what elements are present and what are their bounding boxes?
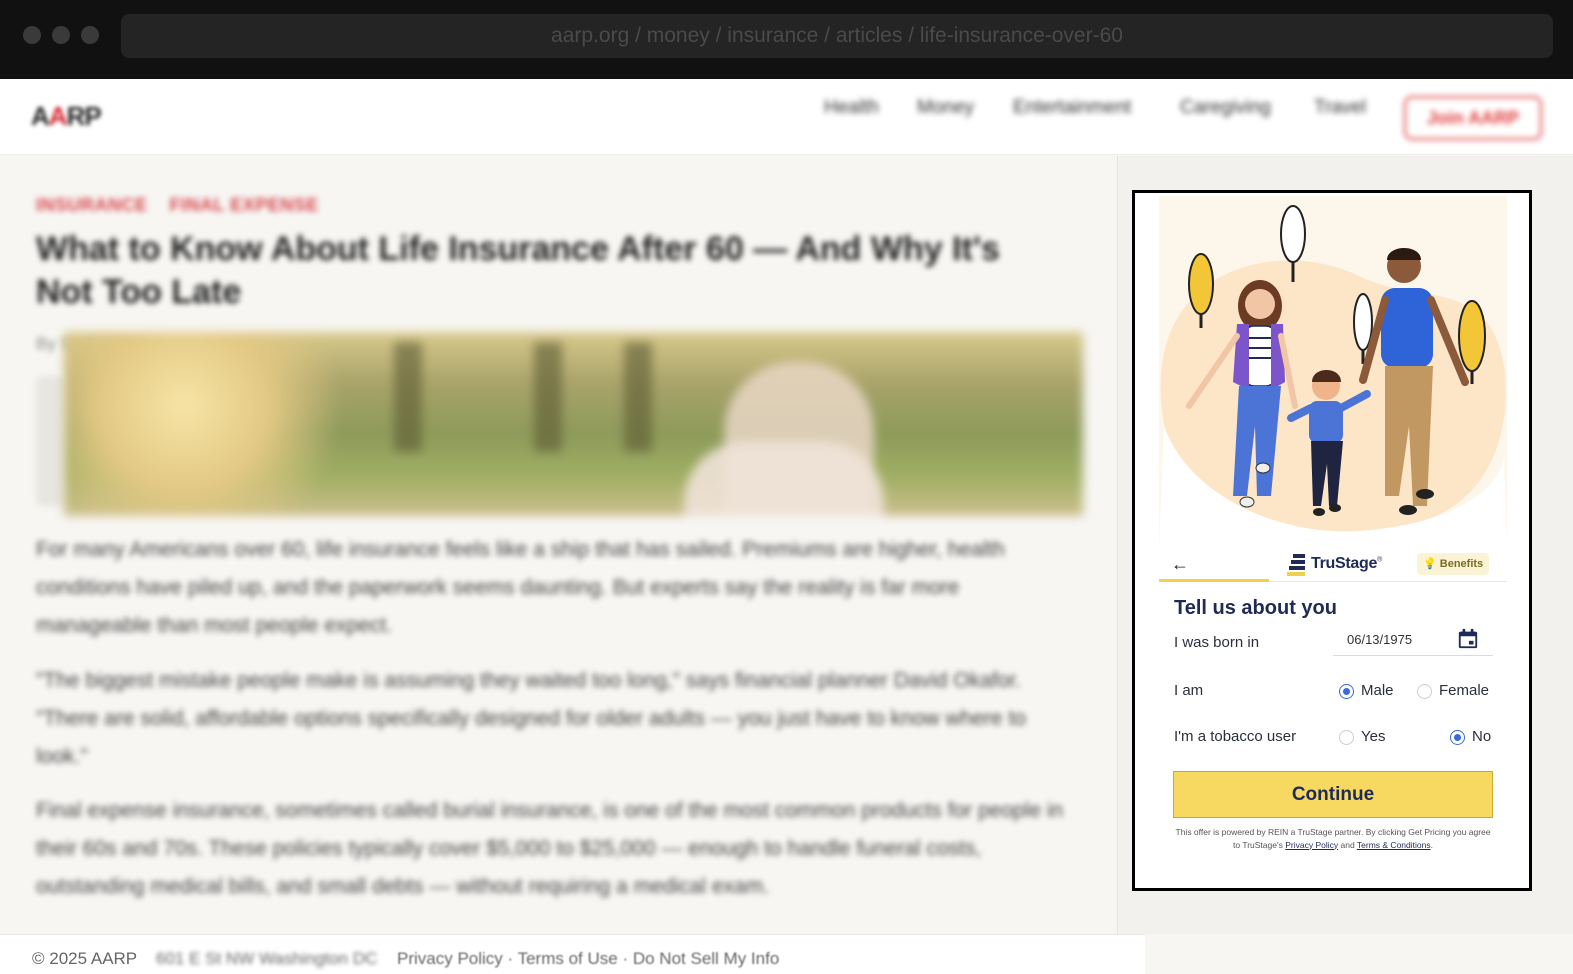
trustage-ad: ← TruStage® 💡 Benefits Tell us about you… <box>1159 196 1507 886</box>
address-bar[interactable]: aarp.org / money / insurance / articles … <box>121 14 1553 58</box>
kicker-insurance[interactable]: INSURANCE <box>36 195 148 215</box>
site-header: AARP Health Money Entertainment Caregivi… <box>0 79 1573 155</box>
window-maximize-dot[interactable] <box>81 26 99 44</box>
terms-conditions-link[interactable]: Terms & Conditions <box>1357 840 1431 850</box>
calendar-icon[interactable] <box>1457 628 1479 650</box>
form-title: Tell us about you <box>1174 597 1337 619</box>
gender-female-label[interactable]: Female <box>1439 682 1489 699</box>
benefits-button[interactable]: 💡 Benefits <box>1417 553 1490 575</box>
nav-health[interactable]: Health <box>824 97 879 119</box>
gender-male-radio[interactable] <box>1339 684 1354 699</box>
join-aarp-button[interactable]: Join AARP <box>1404 96 1542 140</box>
aarp-logo[interactable]: AARP <box>31 101 102 132</box>
footer-address: 601 E St NW Washington DC <box>156 949 378 968</box>
window-minimize-dot[interactable] <box>52 26 70 44</box>
continue-button[interactable]: Continue <box>1173 771 1493 818</box>
tobacco-yes-label[interactable]: Yes <box>1361 728 1385 745</box>
gender-male-label[interactable]: Male <box>1361 682 1394 699</box>
birth-date-field[interactable]: 06/13/1975 <box>1333 624 1493 656</box>
trustage-logo: TruStage® <box>1287 554 1382 576</box>
site-footer: © 2025 AARP 601 E St NW Washington DC Pr… <box>0 934 1145 974</box>
ad-frame: ← TruStage® 💡 Benefits Tell us about you… <box>1132 190 1532 891</box>
tobacco-no-label[interactable]: No <box>1472 728 1491 745</box>
trustage-mark-icon <box>1287 554 1305 576</box>
article-kicker: INSURANCE FINAL EXPENSE <box>36 195 341 216</box>
article-paragraph: Final expense insurance, sometimes calle… <box>36 799 1064 898</box>
back-arrow-icon[interactable]: ← <box>1171 554 1189 575</box>
tobacco-no-radio[interactable] <box>1450 730 1465 745</box>
browser-chrome: aarp.org / money / insurance / articles … <box>0 0 1573 79</box>
hero-image <box>64 332 1083 516</box>
gender-label: I am <box>1174 682 1204 699</box>
nav-travel[interactable]: Travel <box>1314 97 1366 119</box>
born-label: I was born in <box>1174 634 1260 651</box>
nav-caregiving[interactable]: Caregiving <box>1180 97 1271 119</box>
window-close-dot[interactable] <box>23 26 41 44</box>
article-paragraph: For many Americans over 60, life insuran… <box>36 538 1005 637</box>
nav-money[interactable]: Money <box>917 97 974 119</box>
nav-entertainment[interactable]: Entertainment <box>1013 97 1131 119</box>
lightbulb-icon: 💡 <box>1423 558 1437 570</box>
birth-date-value: 06/13/1975 <box>1347 632 1413 647</box>
gender-female-radio[interactable] <box>1417 684 1432 699</box>
ad-disclaimer: This offer is powered by REIN a TruStage… <box>1175 827 1491 850</box>
privacy-policy-link[interactable]: Privacy Policy <box>1285 840 1338 850</box>
article-title: What to Know About Life Insurance After … <box>36 230 1000 311</box>
tobacco-label: I'm a tobacco user <box>1174 728 1297 745</box>
family-illustration <box>1159 196 1507 548</box>
article-paragraph: "The biggest mistake people make is assu… <box>36 669 1026 768</box>
share-rail <box>36 376 64 506</box>
tobacco-yes-radio[interactable] <box>1339 730 1354 745</box>
progress-bar <box>1159 579 1269 582</box>
ad-nav-bar: ← TruStage® 💡 Benefits <box>1159 548 1507 582</box>
article: INSURANCE FINAL EXPENSE What to Know Abou… <box>0 156 1118 934</box>
kicker-final-expense[interactable]: FINAL EXPENSE <box>170 195 319 215</box>
footer-copyright: © 2025 AARP <box>32 949 138 968</box>
footer-links[interactable]: Privacy Policy · Terms of Use · Do Not S… <box>397 949 779 969</box>
